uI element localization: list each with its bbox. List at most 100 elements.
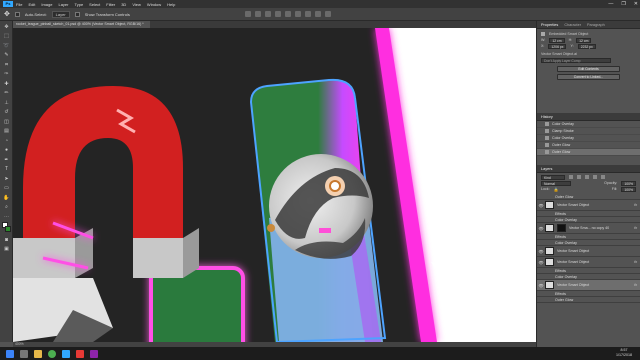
history-item-selected[interactable]: Outer Glow <box>537 149 640 156</box>
filter-smart-icon[interactable] <box>601 175 605 179</box>
system-clock[interactable]: 8:57 1/17/2018 <box>616 348 632 358</box>
eyedropper-tool-icon[interactable]: ✑ <box>2 70 11 78</box>
align-top-icon[interactable] <box>274 11 281 17</box>
layer-row[interactable]: 👁 Vector Smart Object <box>537 246 640 257</box>
filter-pixel-icon[interactable] <box>569 175 573 179</box>
history-item[interactable]: Color Overlay <box>537 135 640 142</box>
blend-mode-select[interactable]: Normal <box>541 180 571 186</box>
move-tool-icon[interactable]: ✥ <box>2 23 11 31</box>
minimize-icon[interactable]: — <box>608 1 613 7</box>
lock-icon[interactable]: 🔒 <box>554 187 559 192</box>
edit-contents-button[interactable]: Edit Contents <box>557 66 620 72</box>
tab-layers[interactable]: Layers <box>541 167 552 171</box>
h-field[interactable]: 12 cm <box>576 37 592 43</box>
auto-select-checkbox[interactable] <box>14 11 20 17</box>
align-center-icon[interactable] <box>254 11 261 17</box>
zoom-tool-icon[interactable]: ⌕ <box>2 203 11 211</box>
history-brush-icon[interactable]: ↺ <box>2 108 11 116</box>
layer-row[interactable]: 👁 Vector Smart Object fx <box>537 257 640 268</box>
app-icon[interactable] <box>90 349 98 358</box>
chrome-icon[interactable] <box>48 349 56 358</box>
photoshop-taskbar-icon[interactable] <box>62 349 70 358</box>
crop-tool-icon[interactable]: ⌗ <box>2 61 11 69</box>
blur-tool-icon[interactable]: ◔ <box>2 137 11 145</box>
layer-row-selected[interactable]: 👁 Vector Smart Object fx <box>537 280 640 291</box>
filter-type-icon[interactable] <box>585 175 589 179</box>
tab-paragraph[interactable]: Paragraph <box>587 23 605 27</box>
app-icon[interactable] <box>76 349 84 358</box>
layer-row[interactable]: 👁 Vector Sma... no copy 40 fx <box>537 223 640 234</box>
shape-tool-icon[interactable]: ▭ <box>2 184 11 192</box>
menu-filter[interactable]: Filter <box>106 2 115 7</box>
menu-file[interactable]: File <box>16 2 22 7</box>
layer-row[interactable]: 👁 Vector Smart Object fx <box>537 200 640 211</box>
dodge-tool-icon[interactable]: ● <box>2 146 11 154</box>
marquee-tool-icon[interactable]: ⬚ <box>2 32 11 40</box>
layer-comp-select[interactable]: Don't Apply Layer Comp <box>541 57 611 63</box>
explorer-icon[interactable] <box>34 349 42 358</box>
type-tool-icon[interactable]: T <box>2 165 11 173</box>
restore-icon[interactable]: ❐ <box>621 1 625 7</box>
healing-tool-icon[interactable]: ✚ <box>2 80 11 88</box>
menu-window[interactable]: Window <box>147 2 161 7</box>
fx-icon[interactable]: fx <box>634 260 637 264</box>
color-swatches-icon[interactable] <box>2 222 11 234</box>
filter-adjust-icon[interactable] <box>577 175 581 179</box>
windows-start-icon[interactable] <box>6 349 14 358</box>
opacity-field[interactable]: 100% <box>621 180 636 186</box>
fill-field[interactable]: 100% <box>621 186 636 192</box>
more-tools-icon[interactable]: ⋯ <box>2 213 11 221</box>
pen-tool-icon[interactable]: ✒ <box>2 156 11 164</box>
distribute-h-icon[interactable] <box>314 11 321 17</box>
auto-select-dropdown[interactable]: Layer <box>51 10 70 18</box>
visibility-eye-icon[interactable]: 👁 <box>537 203 545 208</box>
show-transform-checkbox[interactable] <box>74 11 80 17</box>
menu-layer[interactable]: Layer <box>58 2 68 7</box>
fx-icon[interactable]: fx <box>634 283 637 287</box>
menu-3d[interactable]: 3D <box>121 2 126 7</box>
filter-shape-icon[interactable] <box>593 175 597 179</box>
fx-icon[interactable]: fx <box>634 203 637 207</box>
visibility-eye-icon[interactable]: 👁 <box>537 226 545 231</box>
tab-properties[interactable]: Properties <box>541 23 558 27</box>
tab-history[interactable]: History <box>541 115 553 119</box>
brush-tool-icon[interactable]: ✏ <box>2 89 11 97</box>
screen-mode-icon[interactable]: ▣ <box>2 245 11 253</box>
document-canvas[interactable] <box>13 28 536 342</box>
path-select-tool-icon[interactable]: ➤ <box>2 175 11 183</box>
menu-edit[interactable]: Edit <box>28 2 35 7</box>
quick-select-tool-icon[interactable]: ✎ <box>2 51 11 59</box>
visibility-eye-icon[interactable]: 👁 <box>537 249 545 254</box>
fx-icon[interactable]: fx <box>634 226 637 230</box>
tab-character[interactable]: Character <box>564 23 581 27</box>
task-view-icon[interactable] <box>20 349 28 358</box>
align-left-icon[interactable] <box>244 11 251 17</box>
visibility-eye-icon[interactable]: 👁 <box>537 260 545 265</box>
menu-help[interactable]: Help <box>167 2 175 7</box>
convert-to-linked-button[interactable]: Convert to Linked... <box>557 74 620 80</box>
eraser-tool-icon[interactable]: ◫ <box>2 118 11 126</box>
3d-mode-icon[interactable] <box>324 11 331 17</box>
zoom-level[interactable]: 400% <box>15 342 24 346</box>
w-field[interactable]: 12 cm <box>549 37 565 43</box>
lasso-tool-icon[interactable]: ➰ <box>2 42 11 50</box>
layer-kind-filter[interactable]: Kind <box>541 174 565 180</box>
menu-image[interactable]: Image <box>41 2 52 7</box>
history-item[interactable]: Outer Glow <box>537 142 640 149</box>
hand-tool-icon[interactable]: ✋ <box>2 194 11 202</box>
distribute-icon[interactable] <box>304 11 311 17</box>
align-right-icon[interactable] <box>264 11 271 17</box>
y-field[interactable]: 2232 px <box>577 43 596 49</box>
align-middle-icon[interactable] <box>284 11 291 17</box>
quick-mask-icon[interactable]: ◙ <box>2 236 11 244</box>
gradient-tool-icon[interactable]: ▤ <box>2 127 11 135</box>
history-item[interactable]: Color Overlay <box>537 121 640 128</box>
menu-view[interactable]: View <box>132 2 141 7</box>
layer-effect-row[interactable]: Outer Glow <box>537 297 640 303</box>
close-icon[interactable]: ✕ <box>634 1 638 7</box>
document-tab[interactable]: rocket_league_pinball_sketch_01.psd @ 40… <box>13 21 150 28</box>
align-bottom-icon[interactable] <box>294 11 301 17</box>
move-tool-icon[interactable]: ✥ <box>4 10 10 18</box>
history-item[interactable]: Clamp Stroke <box>537 128 640 135</box>
x-field[interactable]: 1206 px <box>548 43 567 49</box>
